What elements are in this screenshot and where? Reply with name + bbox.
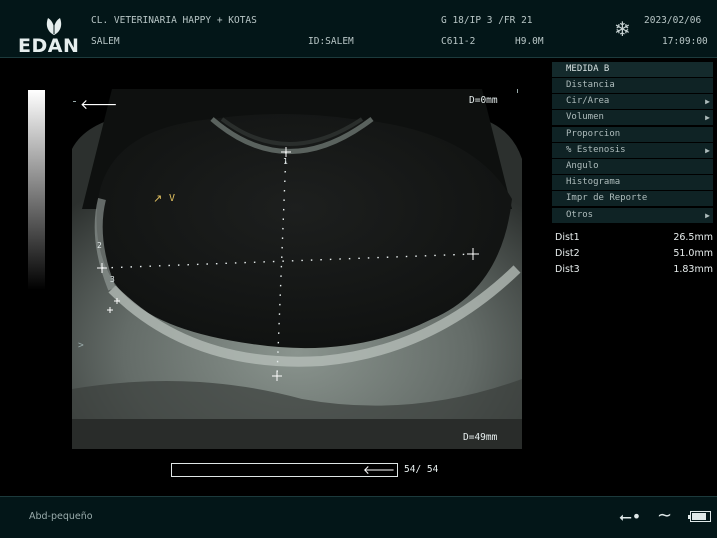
grayscale-bar [28,90,45,290]
exam-time: 17:09:00 [662,36,708,47]
clinic-name: CL. VETERINARIA HAPPY + KOTAS [91,15,257,26]
back-arrow-icon[interactable]: 🡐 [80,96,118,113]
orientation-arrow-icon: ↗ [153,192,163,205]
menu-item-angulo[interactable]: Angulo [552,159,713,174]
battery-level-fill [692,513,706,520]
menu-title: MEDIDA B [552,62,713,77]
measurement-label: Dist2 [555,248,580,259]
measurement-label: Dist3 [555,264,580,275]
snowflake-icon[interactable]: ❄ [614,17,631,41]
cine-left-arrow-icon[interactable]: 🡐 [363,462,395,477]
patient-id: ID:SALEM [308,36,354,47]
focus-marker: > [78,340,84,351]
usb-icon: ⭠• [619,507,642,526]
caliper-label-3: 3 [110,275,115,284]
ac-power-icon: ∼ [657,505,673,526]
probe-model: C611-2 [441,36,476,47]
menu-item-label: Proporcion [566,128,621,139]
orientation-mark: V [169,193,176,204]
ultrasound-scan [72,89,522,449]
menu-item-otros[interactable]: Otros ▶ [552,207,713,223]
menu-item-impr-de-reporte[interactable]: Impr de Reporte [552,191,713,207]
measurement-dist1: Dist1 26.5mm [555,232,713,246]
battery-icon [688,511,711,522]
menu-item-histograma[interactable]: Histograma [552,175,713,191]
menu-item-label: Volumen [566,112,604,123]
menu-item-volumen[interactable]: Volumen ▶ [552,110,713,126]
menu-item-label: Impr de Reporte [566,193,648,204]
menu-item-label: Histograma [566,177,621,188]
submenu-arrow-icon: ▶ [705,145,710,155]
footer-bar: Abd-pequeño ⭠• ∼ [0,496,717,538]
menu-item-label: Otros [566,209,594,220]
menu-item-label: Distancia [566,80,615,90]
submenu-arrow-icon: ▶ [705,210,710,220]
submenu-arrow-icon: ▶ [705,113,710,123]
menu-item-estenosis[interactable]: % Estenosis ▶ [552,142,713,158]
cine-progress-bar[interactable]: 🡐 [171,463,398,477]
battery-terminal [688,515,690,519]
exam-date: 2023/02/06 [644,15,702,26]
measurement-dist2: Dist2 51.0mm [555,248,713,262]
measurement-value: 26.5mm [673,232,713,243]
imaging-params: G 18/IP 3 /FR 21 [441,15,533,26]
menu-item-label: Angulo [566,161,599,171]
menu-item-label: Cir/Area [566,96,610,107]
measurement-label: Dist1 [555,232,580,243]
depth-top-label: D=0mm [469,95,498,106]
measurement-dist3: Dist3 1.83mm [555,264,713,278]
caliper-label-2: 2 [97,241,102,250]
exam-preset[interactable]: Abd-pequeño [29,511,93,522]
frequency: H9.0M [515,36,544,47]
depth-bottom-label: D=49mm [463,432,498,443]
menu-item-label: % Estenosis [566,144,626,155]
patient-name: SALEM [91,36,120,47]
measurement-value: 51.0mm [673,248,713,259]
submenu-arrow-icon: ▶ [705,97,710,107]
menu-item-proporcion[interactable]: Proporcion [552,126,713,142]
caliper-label-1: 1 [283,157,288,166]
measurement-panel: MEDIDA B Distancia Cir/Area ▶ Volumen ▶ Propo… [549,59,717,496]
menu-item-distancia[interactable]: Distancia [552,78,713,93]
leaf-logo-icon [46,18,62,35]
measurement-value: 1.83mm [673,264,713,275]
ultrasound-image-area[interactable]: 🡐 D=0mm D=49mm 1 2 3 ↗ V > 🡐 54/ 54 [0,59,547,496]
header-bar: EDAN CL. VETERINARIA HAPPY + KOTAS SALEM… [0,0,717,58]
edan-logo: EDAN [18,12,88,57]
menu-item-cir-area[interactable]: Cir/Area ▶ [552,94,713,110]
brand-name: EDAN [18,35,80,57]
cine-frame-counter: 54/ 54 [404,464,439,475]
